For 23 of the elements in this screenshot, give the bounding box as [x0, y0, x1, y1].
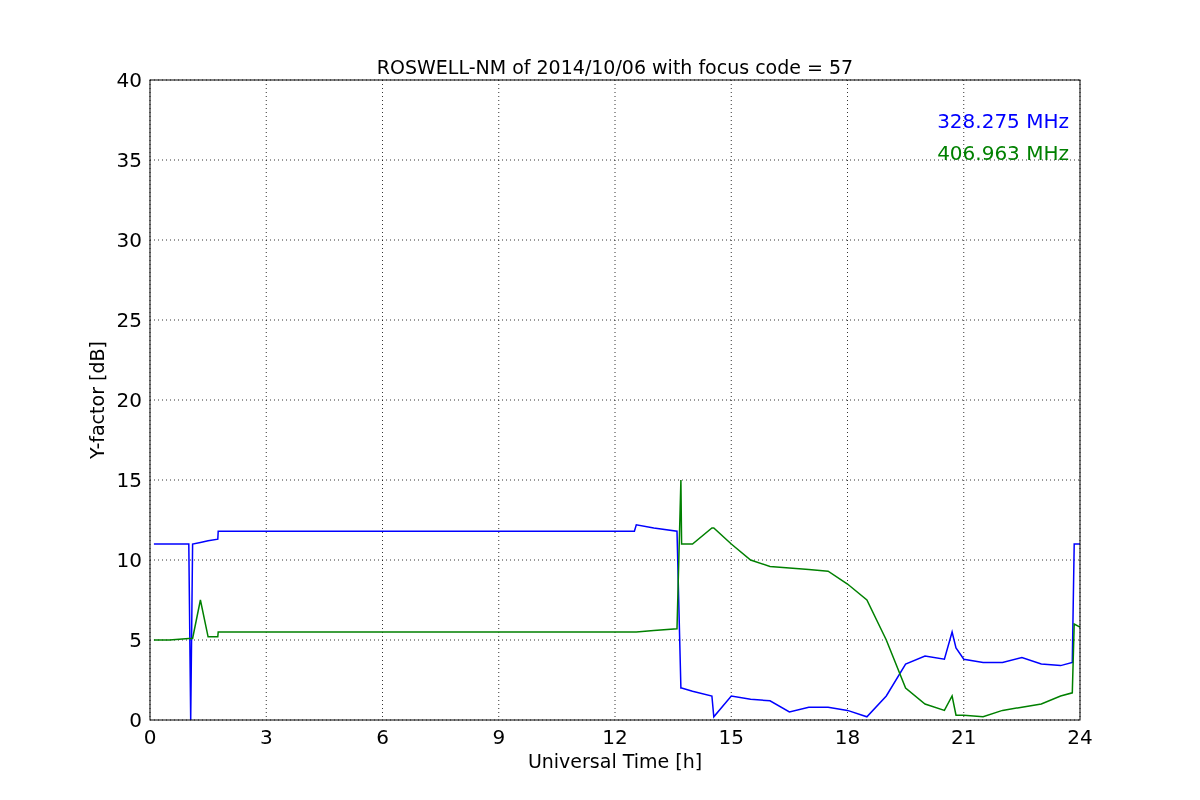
tick-label: 3: [259, 725, 273, 749]
tick-label: 0: [143, 725, 157, 749]
tick-label: 10: [116, 548, 142, 572]
axis-label: Universal Time [h]: [527, 750, 703, 772]
tick-label: 24: [1067, 725, 1093, 749]
axis-label: Y-factor [dB]: [86, 341, 108, 459]
tick-label: 25: [116, 308, 142, 332]
legend-label: 328.275 MHz: [937, 109, 1069, 133]
tick-label: 18: [834, 725, 861, 749]
tick-label: 5: [129, 628, 142, 652]
legend-label: 406.963 MHz: [937, 141, 1069, 165]
tick-label: 15: [718, 725, 744, 749]
chart-title: ROSWELL-NM of 2014/10/06 with focus code = 57: [376, 56, 854, 78]
tick-label: 15: [116, 468, 142, 492]
tick-label: 20: [116, 388, 142, 412]
tick-label: 0: [129, 708, 142, 732]
tick-label: 12: [602, 725, 628, 749]
tick-label: 9: [492, 725, 506, 749]
tick-label: 6: [376, 725, 389, 749]
tick-label: 30: [116, 228, 142, 252]
tick-label: 21: [951, 725, 977, 749]
tick-label: 35: [116, 148, 142, 172]
tick-label: 40: [116, 68, 142, 92]
